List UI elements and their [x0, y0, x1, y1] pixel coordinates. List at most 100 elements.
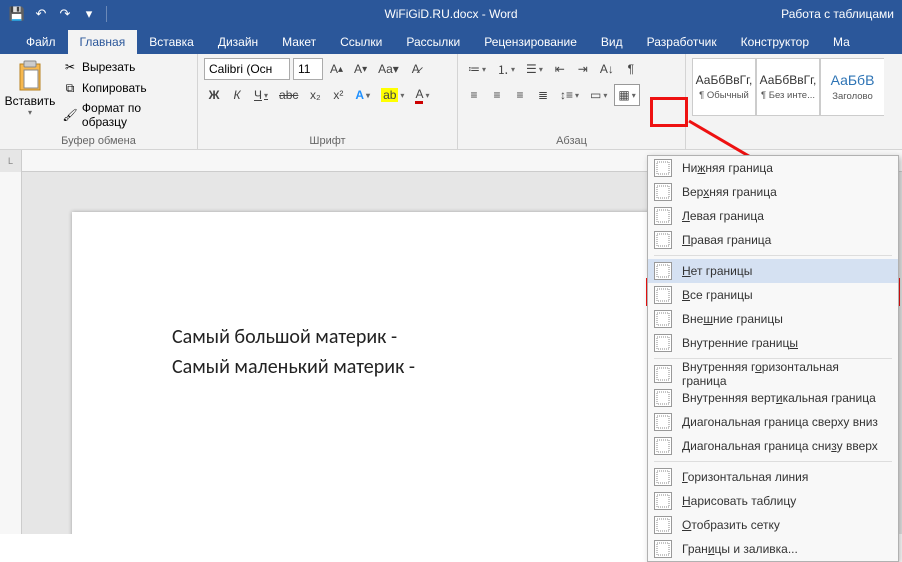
bold-button[interactable]: Ж: [204, 84, 224, 106]
border-menu-label: Нет границы: [682, 264, 752, 278]
numbering-button[interactable]: ⒈: [493, 58, 519, 80]
font-color-button[interactable]: A: [411, 84, 433, 106]
border-menu-item-3[interactable]: Правая граница: [648, 228, 898, 252]
subscript-button[interactable]: x₂: [305, 84, 325, 106]
border-icon: [654, 413, 672, 431]
tab-home[interactable]: Главная: [68, 30, 138, 54]
style-no-spacing[interactable]: АаБбВвГг, ¶ Без инте...: [756, 58, 820, 116]
border-menu-label: Границы и заливка...: [682, 542, 798, 556]
border-menu-item-7[interactable]: Внешние границы: [648, 307, 898, 331]
font-name-combo[interactable]: [204, 58, 290, 80]
border-menu-label: Нижняя граница: [682, 161, 773, 175]
align-right-button[interactable]: ≡: [510, 84, 530, 106]
font-size-combo[interactable]: [293, 58, 323, 80]
title-bar: 💾 ↶ ↷ ▾ WiFiGiD.RU.docx - Word Работа с …: [0, 0, 902, 28]
tab-references[interactable]: Ссылки: [328, 30, 394, 54]
highlight-button[interactable]: ab: [377, 84, 408, 106]
borders-dropdown-menu: Нижняя граница Верхняя границаЛевая грани…: [647, 155, 899, 562]
cut-button[interactable]: ✂Вырезать: [60, 58, 191, 76]
border-menu-item-12[interactable]: Диагональная граница сверху вниз: [648, 410, 898, 434]
menu-separator: [654, 461, 892, 462]
border-menu-item-6[interactable]: Все границы: [648, 283, 898, 307]
border-menu-item-16[interactable]: Нарисовать таблицу: [648, 489, 898, 513]
superscript-button[interactable]: x²: [328, 84, 348, 106]
increase-indent-button[interactable]: ⇥: [573, 58, 593, 80]
border-menu-item-15[interactable]: Горизонтальная линия: [648, 465, 898, 489]
border-icon: [654, 540, 672, 558]
copy-button[interactable]: ⧉Копировать: [60, 79, 191, 97]
strikethrough-button[interactable]: abc: [275, 84, 302, 106]
border-menu-label: Отобразить сетку: [682, 518, 780, 532]
ribbon-tabs: Файл Главная Вставка Дизайн Макет Ссылки…: [0, 28, 902, 54]
justify-button[interactable]: ≣: [533, 84, 553, 106]
border-menu-label: Внутренние границы: [682, 336, 798, 350]
undo-button[interactable]: ↶: [30, 3, 52, 25]
change-case-button[interactable]: Aa▾: [374, 58, 403, 80]
border-menu-item-17[interactable]: Отобразить сетку: [648, 513, 898, 537]
border-menu-label: Нарисовать таблицу: [682, 494, 796, 508]
window-title: WiFiGiD.RU.docx - Word: [384, 7, 517, 21]
border-menu-item-8[interactable]: Внутренние границы: [648, 331, 898, 355]
border-menu-item-5[interactable]: Нет границы: [648, 259, 898, 283]
shading-button[interactable]: ▭: [586, 84, 611, 106]
show-marks-button[interactable]: ¶: [621, 58, 641, 80]
italic-button[interactable]: К: [227, 84, 247, 106]
tab-file[interactable]: Файл: [14, 30, 68, 54]
shrink-font-button[interactable]: A▾: [350, 58, 371, 80]
tab-mailings[interactable]: Рассылки: [394, 30, 472, 54]
border-icon: [654, 231, 672, 249]
tab-design[interactable]: Дизайн: [206, 30, 270, 54]
document-text-line1[interactable]: Самый большой материк -: [172, 322, 612, 352]
decrease-indent-button[interactable]: ⇤: [550, 58, 570, 80]
align-center-button[interactable]: ≡: [487, 84, 507, 106]
style-heading1[interactable]: АаБбВ Заголово: [820, 58, 884, 116]
tab-layout[interactable]: Макет: [270, 30, 328, 54]
border-menu-label: Диагональная граница снизу вверх: [682, 439, 878, 453]
border-menu-item-13[interactable]: Диагональная граница снизу вверх: [648, 434, 898, 458]
save-button[interactable]: 💾: [6, 3, 28, 25]
underline-button[interactable]: Ч: [250, 84, 272, 106]
border-icon: [654, 310, 672, 328]
border-icon: [654, 159, 672, 177]
grow-font-button[interactable]: A▴: [326, 58, 347, 80]
format-painter-button[interactable]: 🖌Формат по образцу: [60, 100, 191, 130]
border-menu-item-18[interactable]: Границы и заливка...: [648, 537, 898, 561]
text-effects-button[interactable]: A: [351, 84, 374, 106]
multilevel-list-button[interactable]: ☰: [522, 58, 547, 80]
sort-button[interactable]: A↓: [596, 58, 618, 80]
tab-view[interactable]: Вид: [589, 30, 635, 54]
border-icon: [654, 437, 672, 455]
page[interactable]: Самый большой материк - Самый маленький …: [72, 212, 712, 534]
border-menu-item-10[interactable]: Внутренняя горизонтальная граница: [648, 362, 898, 386]
border-menu-label: Правая граница: [682, 233, 771, 247]
customize-qat-button[interactable]: ▾: [78, 3, 100, 25]
document-text-line2[interactable]: Самый маленький материк -: [172, 352, 612, 382]
tab-review[interactable]: Рецензирование: [472, 30, 589, 54]
border-menu-item-1[interactable]: Верхняя граница: [648, 180, 898, 204]
tab-cut[interactable]: Ма: [821, 30, 862, 54]
border-icon: [654, 516, 672, 534]
style-normal[interactable]: АаБбВвГг, ¶ Обычный: [692, 58, 756, 116]
line-spacing-button[interactable]: ↕≡: [556, 84, 583, 106]
redo-button[interactable]: ↷: [54, 3, 76, 25]
border-icon: [654, 262, 672, 280]
group-font: A▴ A▾ Aa▾ A̷ Ж К Ч abc x₂ x² A ab A Ш: [198, 54, 458, 149]
tab-table-design[interactable]: Конструктор: [729, 30, 821, 54]
clear-formatting-button[interactable]: A̷: [406, 58, 426, 80]
border-icon: [654, 365, 672, 383]
vertical-ruler[interactable]: [0, 172, 22, 534]
copy-icon: ⧉: [62, 80, 78, 96]
tab-developer[interactable]: Разработчик: [635, 30, 729, 54]
border-icon: [654, 468, 672, 486]
borders-button[interactable]: ▦: [614, 84, 639, 106]
bullets-button[interactable]: ≔: [464, 58, 490, 80]
tab-insert[interactable]: Вставка: [137, 30, 206, 54]
border-menu-item-11[interactable]: Внутренняя вертикальная граница: [648, 386, 898, 410]
border-menu-item-0[interactable]: Нижняя граница: [648, 156, 898, 180]
group-styles: АаБбВвГг, ¶ Обычный АаБбВвГг, ¶ Без инте…: [686, 54, 902, 149]
paste-button[interactable]: Вставить ▾: [6, 58, 54, 117]
border-menu-item-2[interactable]: Левая граница: [648, 204, 898, 228]
border-menu-label: Горизонтальная линия: [682, 470, 808, 484]
border-icon: [654, 492, 672, 510]
align-left-button[interactable]: ≡: [464, 84, 484, 106]
